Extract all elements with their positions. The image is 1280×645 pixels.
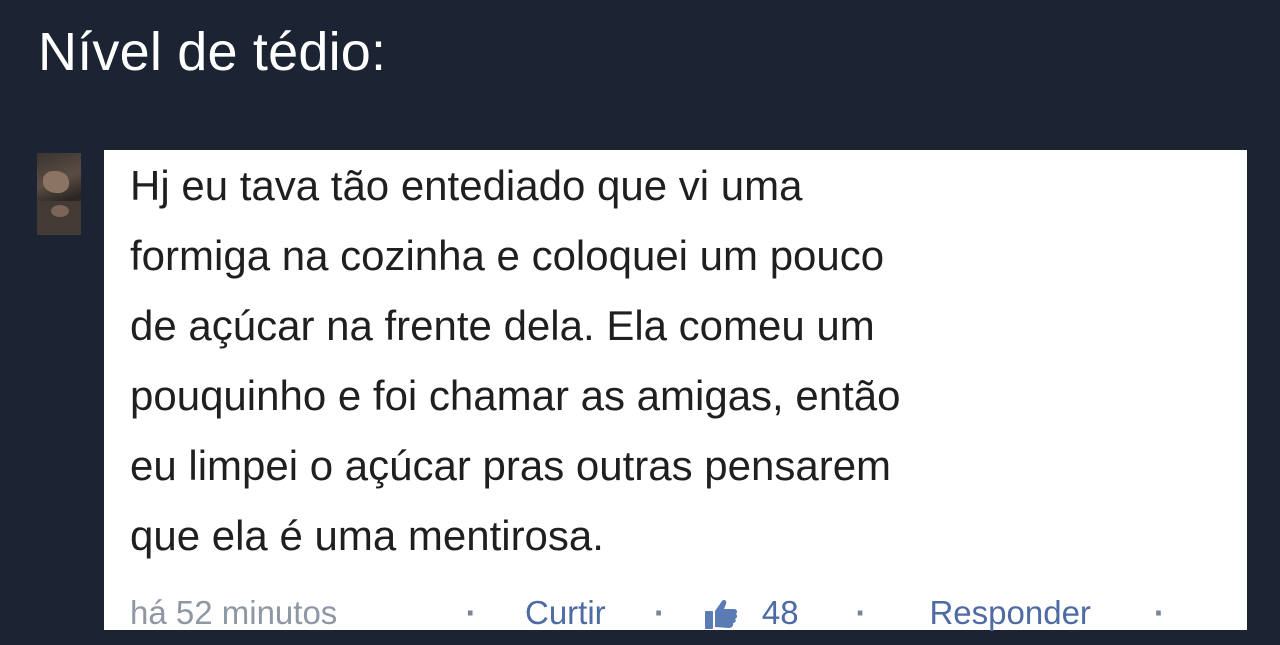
comment-line: Hj eu tava tão entediado que vi uma	[130, 162, 803, 209]
separator-dot: ·	[465, 594, 477, 631]
comment-line: de açúcar na frente dela. Ela comeu um	[130, 302, 875, 349]
separator-dot: ·	[1153, 594, 1165, 631]
separator-dot: ·	[654, 594, 666, 631]
avatar-face-shape	[43, 171, 69, 193]
comment-line: formiga na cozinha e coloquei um pouco	[130, 232, 885, 279]
avatar[interactable]	[37, 153, 81, 235]
page-title: Nível de tédio:	[38, 22, 387, 82]
like-count[interactable]: 48	[762, 585, 832, 641]
comment-footer: há 52 minutos · Curtir · 48 · Responder …	[130, 585, 1179, 645]
thumbs-up-icon[interactable]	[703, 585, 743, 631]
comment-line: que ela é uma mentirosa.	[130, 512, 604, 559]
avatar-hand-shape	[51, 205, 69, 217]
comment-line: eu limpei o açúcar pras outras pensarem	[130, 442, 892, 489]
reply-button[interactable]: Responder	[890, 585, 1130, 641]
comment-timestamp[interactable]: há 52 minutos	[130, 585, 442, 641]
separator-dot: ·	[855, 594, 867, 631]
comment-line: pouquinho e foi chamar as amigas, então	[130, 372, 901, 419]
like-button[interactable]: Curtir	[500, 585, 630, 641]
comment-text: Hj eu tava tão entediado que vi uma form…	[130, 151, 1240, 571]
